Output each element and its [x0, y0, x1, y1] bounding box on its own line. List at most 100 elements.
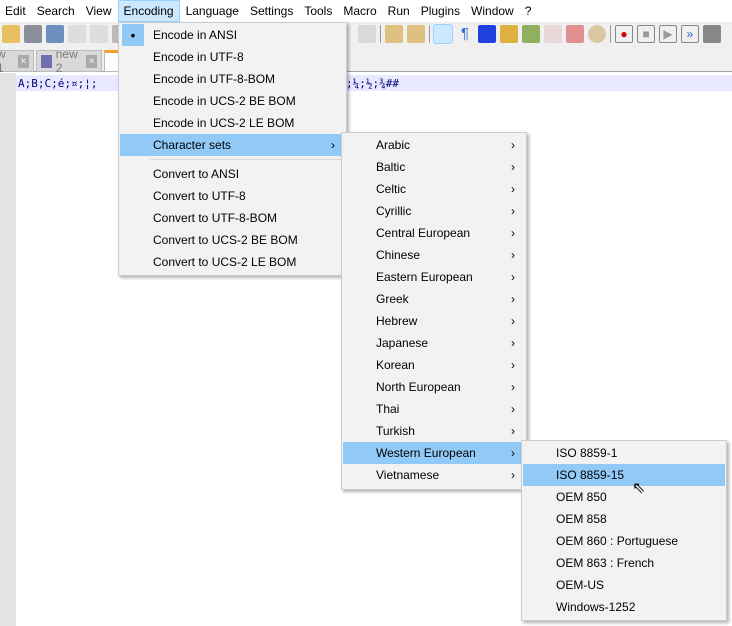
- menu-item-label: North European: [376, 380, 461, 394]
- chevron-right-icon: ›: [511, 226, 515, 240]
- menu-item-encode-utf8[interactable]: Encode in UTF-8: [120, 46, 345, 68]
- udl-icon[interactable]: [500, 25, 518, 43]
- menu-item-encode-ucs2-le[interactable]: Encode in UCS-2 LE BOM: [120, 112, 345, 134]
- menu-item-charset[interactable]: Greek ›: [343, 288, 525, 310]
- play-macro-icon[interactable]: ▶: [659, 25, 677, 43]
- zoom-out-icon[interactable]: [358, 25, 376, 43]
- menu-item-charset[interactable]: Cyrillic ›: [343, 200, 525, 222]
- menu-item-encoding[interactable]: OEM 858: [523, 508, 725, 530]
- menu-item-charset[interactable]: North European ›: [343, 376, 525, 398]
- chevron-right-icon: ›: [511, 468, 515, 482]
- folder-workspace-icon[interactable]: [566, 25, 584, 43]
- menu-item-charset[interactable]: Hebrew ›: [343, 310, 525, 332]
- tab-label: w 1: [0, 47, 6, 75]
- menu-macro[interactable]: Macro: [338, 0, 381, 22]
- stop-macro-icon[interactable]: ■: [637, 25, 655, 43]
- toolbar-separator: [610, 25, 611, 43]
- close-tab-icon[interactable]: ×: [17, 54, 29, 68]
- menu-item-convert-utf8-bom[interactable]: Convert to UTF-8-BOM: [120, 207, 345, 229]
- chevron-right-icon: ›: [511, 380, 515, 394]
- character-sets-submenu: Arabic › Baltic › Celtic › Cyrillic › Central Eu…: [341, 132, 527, 490]
- menu-item-convert-ucs2-le[interactable]: Convert to UCS-2 LE BOM: [120, 251, 345, 273]
- menu-item-charset[interactable]: Chinese ›: [343, 244, 525, 266]
- doc-map-icon[interactable]: [522, 25, 540, 43]
- menu-encoding[interactable]: Encoding: [117, 0, 180, 22]
- menu-item-charset[interactable]: Vietnamese ›: [343, 464, 525, 486]
- close-icon[interactable]: [68, 25, 86, 43]
- menu-item-charset[interactable]: Baltic ›: [343, 156, 525, 178]
- menu-item-encode-ucs2-be[interactable]: Encode in UCS-2 BE BOM: [120, 90, 345, 112]
- line-text-end: ;¼;½;¾##: [346, 77, 399, 90]
- tab-new-2[interactable]: new 2 ×: [36, 47, 102, 75]
- menu-bar: Edit Search View Encoding Language Setti…: [0, 0, 732, 22]
- indent-guide-icon[interactable]: [478, 25, 496, 43]
- menu-item-convert-utf8[interactable]: Convert to UTF-8: [120, 185, 345, 207]
- save-icon[interactable]: [24, 25, 42, 43]
- menu-search[interactable]: Search: [32, 0, 80, 22]
- chevron-right-icon: ›: [331, 138, 335, 152]
- run-macro-multiple-icon[interactable]: »: [681, 25, 699, 43]
- menu-item-label: Hebrew: [376, 314, 418, 328]
- menu-view[interactable]: View: [81, 0, 117, 22]
- menu-item-encoding[interactable]: Windows-1252: [523, 596, 725, 618]
- open-icon[interactable]: [2, 25, 20, 43]
- mouse-cursor-icon: ⇖: [632, 480, 646, 497]
- toolbar-separator: [380, 25, 381, 43]
- menu-item-label: Celtic: [376, 182, 407, 196]
- menu-item-charset[interactable]: Turkish ›: [343, 420, 525, 442]
- function-list-icon[interactable]: [544, 25, 562, 43]
- chevron-right-icon: ›: [511, 182, 515, 196]
- menu-edit[interactable]: Edit: [0, 0, 31, 22]
- menu-item-encode-utf8-bom[interactable]: Encode in UTF-8-BOM: [120, 68, 345, 90]
- menu-item-label: Japanese: [376, 336, 429, 350]
- menu-item-label: Korean: [376, 358, 415, 372]
- chevron-right-icon: ›: [511, 402, 515, 416]
- chevron-right-icon: ›: [511, 270, 515, 284]
- menu-item-encoding[interactable]: ISO 8859-1: [523, 442, 725, 464]
- menu-item-charset[interactable]: Arabic ›: [343, 134, 525, 156]
- save-state-icon: [41, 54, 52, 68]
- monitoring-eye-icon[interactable]: [588, 25, 606, 43]
- menu-item-charset[interactable]: Japanese ›: [343, 332, 525, 354]
- menu-help[interactable]: ?: [520, 0, 537, 22]
- menu-item-convert-ansi[interactable]: Convert to ANSI: [120, 163, 345, 185]
- menu-item-character-sets[interactable]: Character sets ›: [120, 134, 345, 156]
- menu-tools[interactable]: Tools: [299, 0, 337, 22]
- line-text-start: A;B;C;é;¤;¦;: [18, 77, 98, 90]
- menu-item-label: Turkish: [376, 424, 415, 438]
- sync-horizontal-icon[interactable]: [407, 25, 425, 43]
- record-macro-icon[interactable]: ●: [615, 25, 633, 43]
- show-all-chars-icon[interactable]: ¶: [456, 25, 474, 43]
- close-all-icon[interactable]: [90, 25, 108, 43]
- menu-item-encoding[interactable]: OEM-US: [523, 574, 725, 596]
- menu-item-charset[interactable]: Celtic ›: [343, 178, 525, 200]
- menu-item-encode-ansi[interactable]: • Encode in ANSI: [120, 24, 345, 46]
- menu-settings[interactable]: Settings: [245, 0, 298, 22]
- menu-item-charset[interactable]: Western European ›: [343, 442, 525, 464]
- menu-item-charset[interactable]: Korean ›: [343, 354, 525, 376]
- menu-plugins[interactable]: Plugins: [416, 0, 465, 22]
- menu-item-encoding[interactable]: ISO 8859-15: [523, 464, 725, 486]
- menu-run[interactable]: Run: [383, 0, 415, 22]
- toolbar-separator: [429, 25, 430, 43]
- menu-item-encoding[interactable]: OEM 860 : Portuguese: [523, 530, 725, 552]
- save-all-icon[interactable]: [46, 25, 64, 43]
- menu-item-label: Baltic: [376, 160, 406, 174]
- menu-item-convert-ucs2-be[interactable]: Convert to UCS-2 BE BOM: [120, 229, 345, 251]
- save-macro-icon[interactable]: [703, 25, 721, 43]
- menu-item-charset[interactable]: Thai ›: [343, 398, 525, 420]
- sync-vertical-icon[interactable]: [385, 25, 403, 43]
- chevron-right-icon: ›: [511, 336, 515, 350]
- encoding-menu: • Encode in ANSI Encode in UTF-8 Encode i…: [118, 22, 347, 276]
- line-number-gutter: [0, 73, 16, 626]
- tab-new-1[interactable]: w 1 ×: [0, 47, 34, 75]
- menu-item-encoding[interactable]: OEM 850: [523, 486, 725, 508]
- word-wrap-icon[interactable]: [433, 24, 453, 44]
- menu-item-label: Cyrillic: [376, 204, 412, 218]
- close-tab-icon[interactable]: ×: [86, 54, 97, 68]
- menu-language[interactable]: Language: [181, 0, 244, 22]
- menu-item-charset[interactable]: Eastern European ›: [343, 266, 525, 288]
- menu-item-charset[interactable]: Central European ›: [343, 222, 525, 244]
- menu-window[interactable]: Window: [466, 0, 519, 22]
- menu-item-encoding[interactable]: OEM 863 : French: [523, 552, 725, 574]
